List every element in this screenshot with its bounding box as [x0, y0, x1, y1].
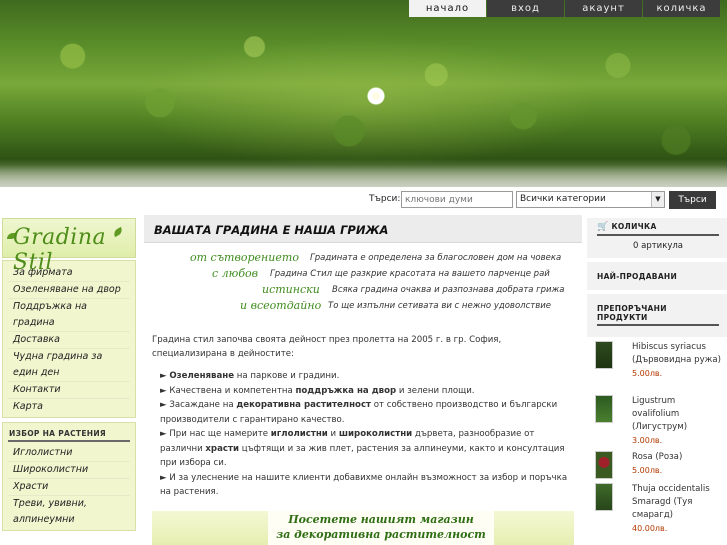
- main-menu: За фирмата Озеленяване на двор Поддръжка…: [2, 260, 136, 418]
- shop-banner-line-1: Посетете нашият магазин: [288, 513, 474, 526]
- services-list: ► Озеленяване на паркове и градини. ► Ка…: [160, 369, 574, 500]
- shop-banner-inner: Посетете нашият магазин за декоративна р…: [268, 511, 494, 545]
- left-sidebar: Gradina Stil За фирмата Озеленяване на д…: [2, 218, 136, 531]
- plants-menu: ИЗБОР НА РАСТЕНИЯ Иглолистни Широколистн…: [2, 422, 136, 531]
- list-item-strong: поддръжка на двор: [295, 385, 397, 396]
- menu-item-landscaping[interactable]: Озеленяване на двор: [8, 282, 130, 299]
- slogan-line-1: Градината е определена за благословен до…: [310, 253, 562, 263]
- product-image[interactable]: [595, 451, 613, 479]
- shop-banner-line-2: за декоративна растителност: [276, 528, 486, 541]
- cart-title-text: КОЛИЧКА: [611, 222, 657, 231]
- bestsellers-title: НАЙ-ПРОДАВАНИ: [597, 272, 678, 281]
- product-name[interactable]: Thuja occidentalis Smaragd (Туя смарагд): [632, 484, 710, 520]
- slogan-green-1: от сътворението: [190, 251, 299, 264]
- list-item-strong: декоративна растителност: [236, 400, 372, 410]
- cart-count[interactable]: 0 артикула: [597, 236, 719, 251]
- shop-banner[interactable]: Посетете нашият магазин за декоративна р…: [152, 511, 574, 545]
- search-input[interactable]: [401, 191, 513, 208]
- slogan-line-4: То ще изпълни сетивата ви с нежно удовол…: [328, 301, 551, 311]
- flower-highlight: [366, 86, 386, 106]
- list-item-text: и: [327, 429, 339, 439]
- top-navigation: начало вход акаунт количка: [409, 0, 720, 17]
- list-item: ► При нас ще намерите иглолистни и широк…: [160, 429, 565, 468]
- slogan-green-3: истински: [262, 283, 320, 296]
- product-name[interactable]: Hibiscus syriacus (Дървовидна ружа): [632, 342, 721, 365]
- logo-text: Gradina Stil: [13, 225, 107, 275]
- search-button[interactable]: Търси: [669, 191, 716, 209]
- list-item-text: на паркове и градини.: [234, 371, 340, 381]
- category-select[interactable]: Всички категории ▼: [516, 191, 665, 208]
- product-price: 40.00лв.: [632, 524, 668, 533]
- list-item: ► Качествена и компетентна поддръжка на …: [160, 385, 475, 396]
- category-select-value: Всички категории: [520, 194, 606, 204]
- product-info: Ligustrum ovalifolium (Лигуструм) 3.00лв…: [632, 395, 722, 448]
- list-item-strong: иглолистни: [270, 429, 328, 439]
- menu-item-garden-in-a-day[interactable]: Чудна градина за един ден: [8, 349, 130, 382]
- header-fade: [0, 165, 727, 187]
- list-item-text: Качествена и компетентна: [169, 385, 296, 396]
- slogan-green-2: с любов: [212, 267, 259, 280]
- plants-item-conifers[interactable]: Иглолистни: [8, 445, 130, 462]
- product-item[interactable]: Rosa (Роза) 5.00лв.: [587, 451, 727, 483]
- page-title: ВАШАТА ГРАДИНА Е НАША ГРИЖА: [154, 223, 389, 237]
- main-content: ВАШАТА ГРАДИНА Е НАША ГРИЖА от сътворени…: [144, 215, 582, 545]
- hedge-photo: [0, 0, 727, 187]
- chevron-down-icon[interactable]: ▼: [651, 192, 664, 207]
- menu-item-contacts[interactable]: Контакти: [8, 382, 130, 399]
- recommended-box: ПРЕПОРЪЧАНИ ПРОДУКТИ: [587, 294, 727, 337]
- cart-icon: 🛒: [597, 222, 609, 232]
- list-item-strong: широколистни: [338, 429, 413, 439]
- product-info: Rosa (Роза) 5.00лв.: [632, 451, 722, 478]
- search-label: Търси:: [369, 194, 401, 204]
- list-item: ► Засаждане на декоративна растителност …: [160, 400, 558, 425]
- list-item-text: И за улеснение на нашите клиенти добавих…: [160, 472, 568, 498]
- slogan-line-3: Всяка градина очаква и разпознава добрат…: [332, 285, 565, 295]
- product-name[interactable]: Ligustrum ovalifolium (Лигуструм): [632, 396, 687, 432]
- product-info: Thuja occidentalis Smaragd (Туя смарагд)…: [632, 483, 722, 536]
- slogan: от сътворението Градината е определена з…: [184, 251, 582, 323]
- product-price: 5.00лв.: [632, 369, 663, 378]
- menu-item-maintenance[interactable]: Поддръжка на градина: [8, 299, 130, 332]
- cart-box: 🛒 КОЛИЧКА 0 артикула: [587, 218, 727, 258]
- product-price: 3.00лв.: [632, 436, 663, 445]
- plants-menu-title: ИЗБОР НА РАСТЕНИЯ: [8, 427, 130, 442]
- cart-title: 🛒 КОЛИЧКА: [597, 222, 719, 236]
- product-info: Hibiscus syriacus (Дървовидна ружа) 5.00…: [632, 341, 722, 381]
- tab-login[interactable]: вход: [487, 0, 564, 17]
- header-banner-image: [0, 0, 727, 187]
- list-item: ► И за улеснение на нашите клиенти добав…: [160, 472, 568, 498]
- bestsellers-box: НАЙ-ПРОДАВАНИ: [587, 262, 727, 290]
- recommended-products: Hibiscus syriacus (Дървовидна ружа) 5.00…: [587, 341, 727, 539]
- list-item-strong: Озеленяване: [169, 371, 235, 381]
- product-item[interactable]: Ligustrum ovalifolium (Лигуструм) 3.00лв…: [587, 395, 727, 451]
- list-item-text: и зелени площи.: [396, 385, 475, 396]
- search-bar: Търси: Всички категории ▼ Търси: [0, 190, 727, 210]
- plants-item-shrubs[interactable]: Храсти: [8, 479, 130, 496]
- slogan-line-2: Градина Стил ще разкрие красотата на ваш…: [270, 269, 550, 279]
- plants-item-deciduous[interactable]: Широколистни: [8, 462, 130, 479]
- list-item: ► Озеленяване на паркове и градини.: [160, 371, 340, 381]
- plants-item-grasses[interactable]: Треви, увивни, алпинеумни: [8, 496, 130, 528]
- tab-home[interactable]: начало: [409, 0, 486, 17]
- product-name[interactable]: Rosa (Роза): [632, 452, 682, 462]
- title-bar: ВАШАТА ГРАДИНА Е НАША ГРИЖА: [144, 215, 582, 243]
- product-image[interactable]: [595, 395, 613, 423]
- tab-account[interactable]: акаунт: [565, 0, 642, 17]
- product-item[interactable]: Hibiscus syriacus (Дървовидна ружа) 5.00…: [587, 341, 727, 397]
- list-item-text: При нас ще намерите: [169, 429, 271, 439]
- tab-cart[interactable]: количка: [643, 0, 720, 17]
- product-price: 5.00лв.: [632, 466, 663, 475]
- list-item-text: Засаждане на: [169, 400, 237, 410]
- right-sidebar: 🛒 КОЛИЧКА 0 артикула НАЙ-ПРОДАВАНИ ПРЕПО…: [587, 218, 727, 539]
- product-image[interactable]: [595, 341, 613, 369]
- intro-text: Градина стил започва своята дейност през…: [152, 335, 502, 359]
- product-image[interactable]: [595, 483, 613, 511]
- list-item-strong: храсти: [205, 443, 239, 454]
- slogan-green-4: и всеотдайно: [240, 299, 322, 312]
- menu-item-map[interactable]: Карта: [8, 399, 130, 415]
- recommended-title: ПРЕПОРЪЧАНИ ПРОДУКТИ: [597, 304, 719, 326]
- product-item[interactable]: Thuja occidentalis Smaragd (Туя смарагд)…: [587, 483, 727, 539]
- menu-item-delivery[interactable]: Доставка: [8, 332, 130, 349]
- logo[interactable]: Gradina Stil: [2, 218, 136, 275]
